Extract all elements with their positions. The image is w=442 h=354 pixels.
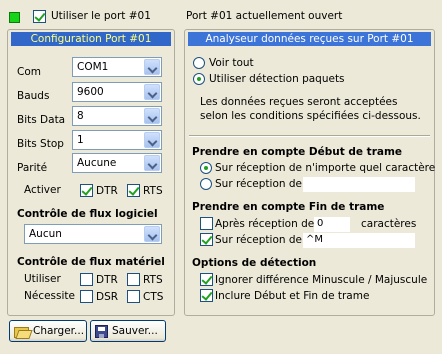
ignore-case-label: Ignorer différence Minuscule / Majuscule <box>215 274 428 286</box>
soft-flow-select[interactable]: Aucun <box>24 224 162 244</box>
activate-label: Activer <box>24 184 61 196</box>
start-on-field[interactable] <box>303 177 415 192</box>
save-button[interactable]: Sauver... <box>90 320 166 342</box>
port-status-led <box>9 12 20 23</box>
options-title: Options de détection <box>192 257 317 269</box>
parity-label: Parité <box>17 162 48 174</box>
end-after-count-field[interactable]: 0 <box>314 217 350 232</box>
config-title: Configuration Port #01 <box>11 32 171 46</box>
include-bounds-label: Inclure Début et Fin de trame <box>215 290 370 302</box>
hw-use-rts-checkbox[interactable] <box>127 273 140 286</box>
chevron-down-icon[interactable] <box>144 59 160 75</box>
use-detection-radio[interactable] <box>193 73 205 85</box>
chevron-down-icon[interactable] <box>144 84 160 100</box>
end-on-label: Sur réception de <box>215 234 302 246</box>
chevron-down-icon[interactable] <box>144 108 160 124</box>
divider <box>189 135 430 137</box>
analyser-title: Analyseur données reçues sur Port #01 <box>188 32 431 46</box>
floppy-disk-icon <box>95 324 108 338</box>
chevron-down-icon[interactable] <box>144 226 160 242</box>
parity-select[interactable]: Aucune <box>72 153 162 173</box>
end-after-label: Après réception de <box>215 218 315 230</box>
bits-data-label: Bits Data <box>17 114 66 126</box>
dtr-label: DTR <box>96 185 118 197</box>
chevron-down-icon[interactable] <box>144 155 160 171</box>
start-any-label: Sur réception de n'importe quel caractèr… <box>215 162 436 174</box>
end-after-checkbox[interactable] <box>200 217 213 230</box>
bauds-label: Bauds <box>17 90 50 102</box>
load-button[interactable]: Charger... <box>9 320 87 342</box>
description-line2: selon les conditions spécifiées ci-desso… <box>200 110 421 122</box>
hw-dsr-label: DSR <box>96 291 119 303</box>
bits-stop-select[interactable]: 1 <box>72 130 162 150</box>
see-all-radio[interactable] <box>193 57 205 69</box>
end-on-field[interactable]: ^M <box>303 233 415 248</box>
rts-label: RTS <box>143 185 163 197</box>
use-port-checkbox[interactable] <box>33 10 46 23</box>
start-on-radio[interactable] <box>200 178 212 190</box>
chevron-down-icon[interactable] <box>144 132 160 148</box>
bits-data-select[interactable]: 8 <box>72 106 162 126</box>
hw-dtr-label: DTR <box>96 274 118 286</box>
see-all-label: Voir tout <box>209 57 254 69</box>
use-label: Utiliser <box>24 273 61 285</box>
hard-flow-title: Contrôle de flux matériel <box>17 256 165 268</box>
rts-checkbox[interactable] <box>127 184 140 197</box>
hw-rts-label: RTS <box>143 274 163 286</box>
soft-flow-title: Contrôle de flux logiciel <box>17 208 158 220</box>
include-bounds-checkbox[interactable] <box>200 289 213 302</box>
start-frame-title: Prendre en compte Début de trame <box>192 146 403 158</box>
hw-need-cts-checkbox[interactable] <box>127 290 140 303</box>
start-any-radio[interactable] <box>200 162 212 174</box>
hw-use-dtr-checkbox[interactable] <box>80 273 93 286</box>
hw-need-dsr-checkbox[interactable] <box>80 290 93 303</box>
dtr-checkbox[interactable] <box>80 184 93 197</box>
end-on-checkbox[interactable] <box>200 233 213 246</box>
use-port-label: Utiliser le port #01 <box>51 10 151 22</box>
port-status-text: Port #01 actuellement ouvert <box>186 10 343 22</box>
end-frame-title: Prendre en compte Fin de trame <box>192 201 385 213</box>
need-label: Nécessite <box>24 290 75 302</box>
bauds-select[interactable]: 9600 <box>72 82 162 102</box>
bits-stop-label: Bits Stop <box>17 138 64 150</box>
ignore-case-checkbox[interactable] <box>200 273 213 286</box>
end-chars-label: caractères <box>361 218 417 230</box>
folder-open-icon <box>14 325 29 338</box>
description-line1: Les données reçues seront acceptées <box>200 96 398 108</box>
hw-cts-label: CTS <box>143 291 164 303</box>
com-label: Com <box>17 66 41 78</box>
com-select[interactable]: COM1 <box>72 57 162 77</box>
start-on-label: Sur réception de <box>215 178 302 190</box>
use-detection-label: Utiliser détection paquets <box>209 73 345 85</box>
